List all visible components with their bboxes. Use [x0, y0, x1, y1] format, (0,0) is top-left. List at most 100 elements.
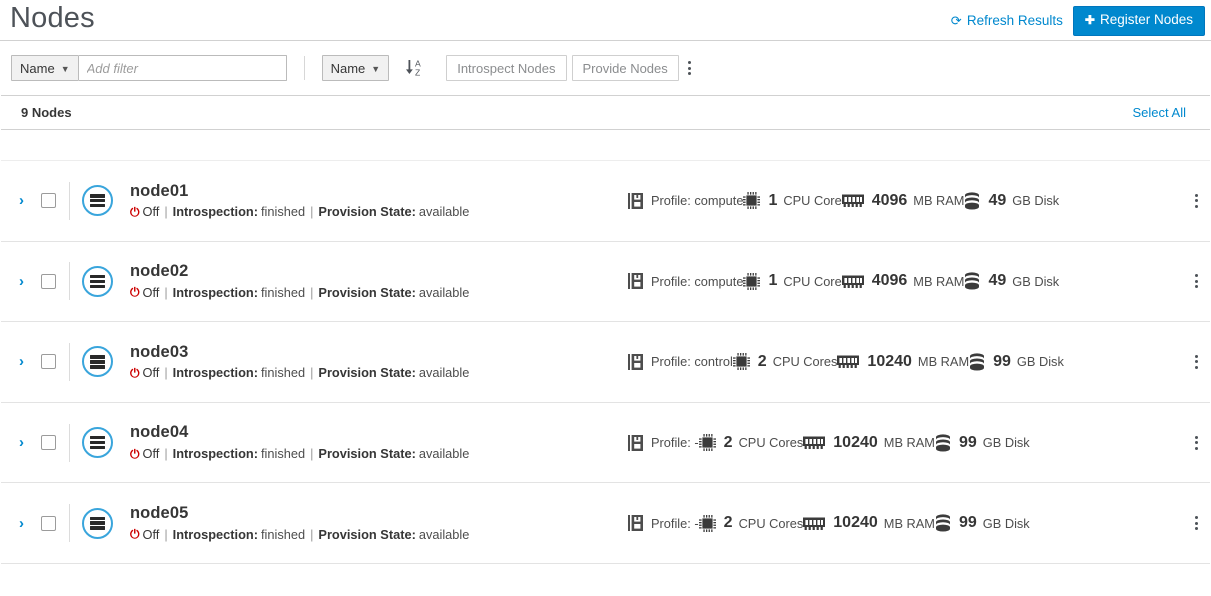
memory-icon	[803, 517, 826, 530]
meta-separator: |	[310, 204, 314, 220]
sort-field-select[interactable]: Name ▼	[321, 55, 390, 81]
meta-separator: |	[310, 526, 314, 542]
kebab-dot	[1195, 516, 1198, 520]
introspection-value: finished	[260, 204, 306, 220]
memory-icon	[837, 355, 860, 369]
chevron-down-icon: ▼	[371, 64, 381, 74]
node-stats: Profile: - 2 CPU Cores 10240 MB RAM 99 G…	[628, 514, 1030, 532]
cpu-chip-icon	[698, 434, 716, 452]
disk-unit: GB Disk	[1012, 273, 1060, 289]
profile-icon	[628, 273, 643, 290]
filter-toolbar: Name ▼ Name ▼ A Z Introspect Nodes Provi…	[1, 41, 1210, 96]
disk-stat: 99 GB Disk	[935, 514, 1030, 532]
row-actions-menu-icon[interactable]	[1183, 432, 1210, 454]
register-nodes-button[interactable]: ✚ Register Nodes	[1072, 6, 1205, 36]
cpu-stat: 1 CPU Core	[743, 272, 842, 290]
cpu-stat: 2 CPU Cores	[698, 434, 804, 452]
server-bar	[90, 521, 105, 525]
kebab-dot	[1195, 204, 1198, 208]
chevron-down-icon: ▼	[60, 64, 70, 74]
row-actions-menu-icon[interactable]	[1183, 351, 1210, 373]
node-name: node02	[130, 262, 189, 281]
filter-field-select[interactable]: Name ▼	[11, 55, 79, 81]
kebab-dot	[1195, 199, 1198, 203]
introspection-label: Introspection:	[172, 365, 258, 381]
ram-value: 10240	[833, 433, 878, 451]
database-disk-icon	[970, 353, 985, 371]
sort-direction-button[interactable]: A Z	[399, 58, 430, 78]
meta-separator: |	[164, 284, 168, 300]
provision-state-value: available	[418, 446, 470, 462]
row-actions-menu-icon[interactable]	[1183, 512, 1210, 534]
disk-unit: GB Disk	[982, 435, 1030, 451]
profile-text: Profile: compute	[651, 273, 744, 289]
cpu-unit: CPU Core	[783, 273, 842, 289]
server-bar	[90, 516, 105, 520]
row-actions-menu-icon[interactable]	[1183, 190, 1210, 212]
cpu-value: 1	[768, 272, 778, 290]
power-state-value: Off	[142, 446, 160, 462]
disk-value: 99	[958, 433, 977, 451]
row-select-checkbox[interactable]	[41, 515, 56, 531]
server-bar	[90, 284, 105, 288]
introspection-value: finished	[260, 284, 306, 300]
node-name: node01	[130, 181, 189, 200]
node-list-item-node02[interactable]: › node02 ⏻ Off | Introspection: finished…	[1, 241, 1210, 323]
cpu-stat: 2 CPU Cores	[698, 514, 803, 532]
cpu-unit: CPU Cores	[738, 435, 804, 451]
node-stats: Profile: compute 1 CPU Core 4096 MB RAM …	[628, 192, 1059, 210]
refresh-results-button[interactable]: ⟲ Refresh Results	[951, 13, 1063, 28]
provide-nodes-button[interactable]: Provide Nodes	[571, 55, 679, 81]
database-disk-icon	[965, 272, 980, 290]
list-toolbar-band	[1, 130, 1210, 161]
cpu-value: 2	[757, 352, 767, 370]
expand-row-chevron-icon[interactable]: ›	[19, 354, 33, 369]
power-state-value: Off	[142, 284, 160, 300]
kebab-dot	[1195, 279, 1198, 283]
node-list-item-node05[interactable]: › node05 ⏻ Off | Introspection: finished…	[1, 483, 1210, 564]
node-status-line: ⏻ Off | Introspection: finished | Provis…	[130, 446, 628, 463]
node-stats: Profile: compute 1 CPU Core 4096 MB RAM …	[628, 272, 1059, 290]
sort-alpha-asc-icon: A Z	[406, 59, 421, 77]
svg-text:Z: Z	[415, 67, 420, 77]
node-name: node05	[130, 504, 189, 523]
node-list-item-node04[interactable]: › node04 ⏻ Off | Introspection: finished…	[1, 402, 1210, 484]
kebab-dot	[687, 66, 691, 70]
cpu-chip-icon	[743, 192, 761, 210]
expand-row-chevron-icon[interactable]: ›	[19, 193, 33, 208]
row-actions-menu-icon[interactable]	[1183, 270, 1210, 292]
power-off-icon: ⏻	[130, 285, 140, 300]
filter-input[interactable]	[78, 55, 287, 81]
ram-value: 4096	[871, 191, 908, 209]
power-off-icon: ⏻	[130, 446, 140, 461]
server-bar	[90, 194, 105, 198]
row-select-checkbox[interactable]	[41, 193, 56, 209]
expand-row-chevron-icon[interactable]: ›	[19, 435, 33, 450]
profile-stat: Profile: compute	[628, 192, 743, 210]
introspect-nodes-button[interactable]: Introspect Nodes	[446, 55, 567, 81]
ram-unit: MB RAM	[913, 273, 965, 289]
kebab-dot	[1195, 365, 1198, 369]
meta-separator: |	[164, 204, 168, 220]
server-bar	[90, 199, 105, 203]
select-all-link[interactable]: Select All	[1133, 105, 1186, 120]
disk-value: 49	[988, 272, 1007, 290]
provision-state-value: available	[418, 526, 470, 542]
plus-icon: ✚	[1084, 12, 1095, 27]
row-select-checkbox[interactable]	[41, 354, 56, 370]
server-bar	[90, 526, 105, 530]
expand-row-chevron-icon[interactable]: ›	[19, 274, 33, 289]
provision-state-label: Provision State:	[318, 204, 416, 220]
node-status-line: ⏻ Off | Introspection: finished | Provis…	[130, 365, 628, 382]
node-list-item-node01[interactable]: › node01 ⏻ Off | Introspection: finished…	[1, 161, 1210, 242]
server-bar	[90, 355, 105, 359]
toolbar-overflow-menu-icon[interactable]	[679, 57, 700, 79]
ram-stat: 10240 MB RAM	[803, 434, 935, 452]
expand-row-chevron-icon[interactable]: ›	[19, 516, 33, 531]
server-node-icon	[82, 265, 113, 297]
ram-stat: 10240 MB RAM	[837, 353, 969, 371]
row-select-checkbox[interactable]	[41, 273, 56, 289]
node-list-item-node03[interactable]: › node03 ⏻ Off | Introspection: finished…	[1, 322, 1210, 403]
provision-state-value: available	[418, 365, 470, 381]
row-select-checkbox[interactable]	[41, 435, 56, 451]
